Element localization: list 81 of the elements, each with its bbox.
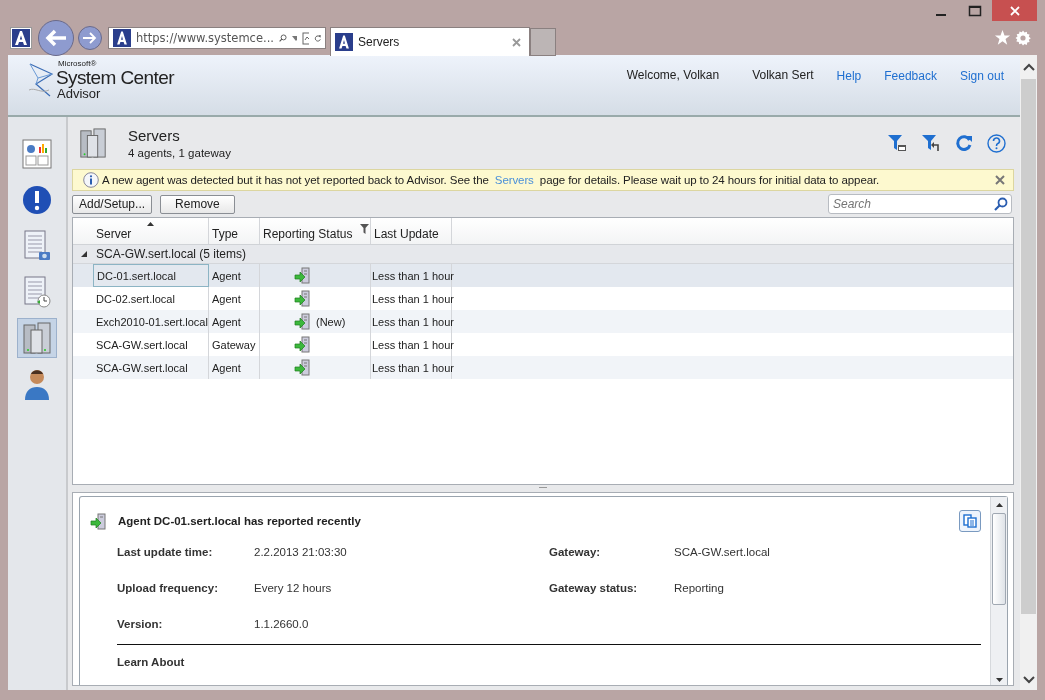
field-value: 2.2.2013 21:03:30	[254, 545, 347, 558]
arrow-right-icon	[82, 31, 98, 45]
table-cell: Agent	[209, 356, 260, 379]
details-title: Agent DC-01.sert.local has reported recently	[118, 515, 361, 527]
status-note: (New)	[316, 315, 346, 328]
table-row[interactable]: SCA-GW.sert.local Agent Less than 1 hour	[73, 356, 1013, 379]
page-subtitle: 4 agents, 1 gateway	[128, 147, 231, 159]
server-arrow-icon	[294, 267, 310, 284]
action-button[interactable]: Remove	[160, 194, 235, 214]
forward-button[interactable]	[78, 26, 102, 50]
close-icon[interactable]	[995, 175, 1005, 185]
table-cell: SCA-GW.sert.local	[93, 356, 209, 379]
table-row[interactable]: Exch2010-01.sert.local Agent (New) Less than 1 hour	[73, 310, 1013, 333]
logo[interactable]: Microsoft® System Center Advisor	[26, 60, 174, 104]
compatibility-icon[interactable]	[301, 31, 309, 45]
table-cell: Less than 1 hour	[371, 356, 452, 379]
server-arrow-icon	[294, 313, 310, 330]
column-header[interactable]: Type	[209, 218, 260, 244]
search-field[interactable]: Search	[828, 194, 1012, 214]
page-title: Servers	[128, 127, 181, 144]
scroll-up-icon[interactable]	[1022, 63, 1035, 71]
user-name: Volkan Sert	[752, 68, 814, 82]
search-icon[interactable]	[994, 197, 1008, 211]
star-icon[interactable]	[994, 30, 1011, 46]
field-value: Every 12 hours	[254, 581, 332, 594]
close-icon	[1008, 4, 1021, 17]
table-cell: DC-01.sert.local	[93, 264, 209, 287]
arrow-left-icon	[44, 28, 68, 48]
filter-reset-icon[interactable]	[921, 133, 941, 153]
copy-button[interactable]	[959, 510, 981, 532]
address-text: https://www.systemce...	[136, 31, 274, 45]
scroll-up-icon[interactable]	[995, 503, 1003, 507]
header-link[interactable]: Help	[836, 69, 862, 83]
scroll-down-icon[interactable]	[1022, 676, 1035, 684]
servers-icon	[78, 127, 108, 159]
address-bar[interactable]: https://www.systemce...	[108, 27, 326, 49]
column-header[interactable]: Last Update	[371, 218, 452, 244]
browser-tab[interactable]: Servers	[330, 27, 530, 56]
scroll-down-icon[interactable]	[995, 678, 1003, 682]
site-icon[interactable]	[10, 27, 32, 49]
info-icon	[83, 172, 99, 188]
caret-icon[interactable]	[292, 35, 297, 41]
scrollbar[interactable]	[990, 497, 1007, 685]
field-label: Upload frequency:	[117, 581, 219, 594]
close-icon[interactable]	[512, 37, 521, 47]
filter-icon[interactable]	[360, 224, 369, 234]
server-arrow-icon	[90, 512, 106, 530]
welcome-text: Welcome, Volkan	[626, 68, 720, 82]
tab-title: Servers	[358, 35, 401, 49]
maximize-icon	[968, 4, 982, 17]
help-icon[interactable]	[987, 133, 1006, 153]
server-arrow-icon	[294, 359, 310, 376]
action-button[interactable]: Add/Setup...	[72, 194, 153, 214]
field-label: Gateway:	[549, 545, 602, 558]
field-label: Version:	[117, 617, 164, 630]
minimize-icon	[936, 13, 946, 16]
header-link[interactable]: Feedback	[884, 69, 937, 83]
field-label: Last update time:	[117, 545, 214, 558]
close-button[interactable]	[992, 0, 1037, 21]
collapse-icon[interactable]	[81, 251, 87, 257]
back-button[interactable]	[38, 20, 74, 56]
header-link[interactable]: Sign out	[959, 69, 1004, 83]
site-icon	[113, 29, 131, 47]
site-icon	[335, 33, 353, 51]
column-header[interactable]: Server	[93, 218, 209, 244]
server-arrow-icon	[294, 336, 310, 353]
sort-arrow-icon	[146, 222, 154, 226]
table-row[interactable]: DC-01.sert.local Agent Less than 1 hour	[73, 264, 1013, 287]
filter-icon[interactable]	[887, 133, 907, 153]
banner-message: A new agent was detected but it has not yet reported back to Advisor. See the Servers page for details. Please wait up to 24 hours for initial data to appear.	[102, 174, 880, 186]
settings-icon[interactable]	[1015, 30, 1031, 46]
field-value: SCA-GW.sert.local	[674, 545, 770, 558]
group-header: SCA-GW.sert.local (5 items)	[96, 247, 247, 261]
page-scrollbar[interactable]	[1020, 55, 1037, 690]
server-arrow-icon	[294, 290, 310, 307]
refresh-icon[interactable]	[955, 134, 973, 152]
column-header[interactable]: Reporting Status	[260, 218, 371, 244]
section-heading: Learn About	[117, 656, 186, 668]
field-value: Reporting	[674, 581, 724, 594]
field-value: 1.1.2660.0	[254, 617, 309, 630]
field-label: Gateway status:	[549, 581, 639, 594]
